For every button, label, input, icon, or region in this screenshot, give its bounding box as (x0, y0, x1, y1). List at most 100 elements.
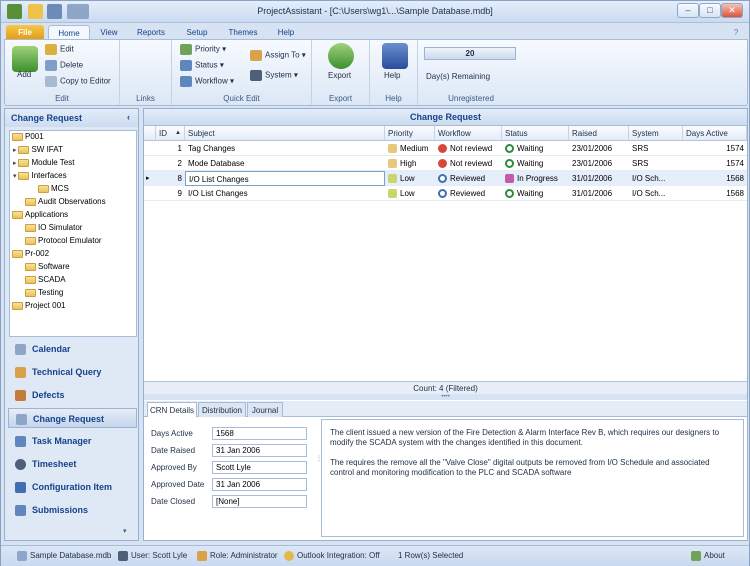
nav-header: Change Request ‹ (5, 109, 138, 127)
days-active-label: Days Active (151, 429, 193, 438)
priority-dropdown[interactable]: Priority ▾ (180, 44, 226, 55)
tree-node[interactable]: Protocol Emulator (25, 235, 102, 247)
edit-button[interactable]: Edit (45, 44, 74, 55)
tab-help[interactable]: Help (269, 25, 303, 40)
column-days-active[interactable]: Days Active (683, 126, 747, 141)
minimize-button[interactable]: – (677, 3, 699, 18)
column-status[interactable]: Status (502, 126, 569, 141)
collapse-icon[interactable]: ‹ (127, 112, 130, 122)
export-button[interactable]: Export (328, 71, 351, 80)
ribbon-tabs: File Home View Reports Setup Themes Help… (1, 23, 749, 40)
add-button[interactable]: Add (17, 70, 31, 79)
about-button[interactable]: About (691, 551, 725, 561)
group-edit: Add Edit Delete Copy to Editor Edit (5, 40, 120, 105)
column-workflow[interactable]: Workflow (435, 126, 502, 141)
column-priority[interactable]: Priority (385, 126, 435, 141)
date-raised-field[interactable]: 31 Jan 2006 (212, 444, 307, 457)
tree-node[interactable]: Project 001 (12, 300, 65, 312)
tab-file[interactable]: File (6, 25, 44, 40)
delete-button[interactable]: Delete (45, 60, 83, 71)
nav-defects[interactable]: Defects (8, 385, 137, 405)
folder-icon (25, 223, 36, 232)
nav-technical-query[interactable]: Technical Query (8, 362, 137, 382)
folder-icon (38, 184, 49, 193)
status-selection: 1 Row(s) Selected (398, 551, 464, 560)
description-text[interactable]: The client issued a new version of the F… (321, 419, 744, 537)
tree-node[interactable]: Software (25, 261, 70, 273)
cell-raised: 31/01/2006 (572, 174, 613, 183)
approved-by-field[interactable]: Scott Lyle (212, 461, 307, 474)
cell-days-active: 1568 (726, 174, 744, 183)
cell-subject[interactable]: I/O List Changes (185, 171, 385, 186)
cell-days-active: 1568 (726, 189, 744, 198)
group-quick-edit: Priority ▾ Status ▾ Workflow ▾ Assign To… (172, 40, 312, 105)
tab-distribution[interactable]: Distribution (198, 402, 246, 417)
nav-timesheet[interactable]: Timesheet (8, 454, 137, 474)
tree-node[interactable]: Pr-002 (12, 248, 49, 260)
tab-setup[interactable]: Setup (177, 25, 217, 40)
tab-themes[interactable]: Themes (221, 25, 265, 40)
tree-node[interactable]: ▸ Module Test (13, 157, 74, 169)
splitter-handle[interactable]: •••• (144, 394, 747, 400)
maximize-button[interactable]: □ (699, 3, 721, 18)
column-system[interactable]: System (629, 126, 683, 141)
change-request-icon (16, 414, 27, 425)
tree-node[interactable]: ▾ Interfaces (13, 170, 67, 182)
assign-to-dropdown[interactable]: Assign To ▾ (250, 50, 306, 61)
nav-change-request[interactable]: Change Request (8, 408, 137, 428)
status-bar: Sample Database.mdb User: Scott Lyle Rol… (1, 545, 749, 566)
add-icon (12, 46, 38, 72)
approved-date-field[interactable]: 31 Jan 2006 (212, 478, 307, 491)
tree-node[interactable]: ▸ SW IFAT (13, 144, 63, 156)
approved-date-label: Approved Date (151, 480, 205, 489)
project-tree[interactable]: P001 ▸ SW IFAT ▸ Module Test ▾ Interface… (9, 130, 137, 337)
change-request-grid[interactable]: ID ▲ Subject Priority Workflow Status Rai… (144, 126, 747, 388)
tab-home[interactable]: Home (48, 25, 90, 40)
help-question-icon[interactable]: ? (729, 25, 743, 40)
cell-id: 2 (177, 159, 182, 168)
nav-submissions[interactable]: Submissions (8, 500, 137, 520)
column-raised[interactable]: Raised (569, 126, 629, 141)
not-reviewed-icon (438, 144, 447, 154)
vertical-splitter[interactable]: ⋮ (316, 456, 322, 462)
tree-node[interactable]: P001 (12, 131, 44, 143)
tab-journal[interactable]: Journal (247, 402, 283, 417)
column-subject[interactable]: Subject (185, 126, 385, 141)
cell-status: Waiting (502, 141, 569, 156)
column-id[interactable]: ID ▲ (156, 126, 185, 141)
nav-more-icon[interactable]: ▾ (123, 527, 127, 535)
tree-node[interactable]: Audit Observations (25, 196, 106, 208)
table-row[interactable]: 9 I/O List Changes Low Reviewed Waiting … (144, 186, 747, 201)
database-icon (17, 551, 27, 561)
table-row[interactable]: 2 Mode Database High Not reviewd Waiting… (144, 156, 747, 171)
folder-icon (12, 132, 23, 141)
tree-node[interactable]: IO Simulator (25, 222, 82, 234)
table-row[interactable]: ▸ 8 I/O List Changes Low Reviewed In Pro… (144, 171, 747, 186)
status-dropdown[interactable]: Status ▾ (180, 60, 224, 71)
tab-crn-details[interactable]: CRN Details (147, 402, 197, 418)
days-active-field[interactable]: 1568 (212, 427, 307, 440)
bug-icon (15, 390, 26, 401)
date-closed-field[interactable]: [None] (212, 495, 307, 508)
tree-node[interactable]: Applications (12, 209, 68, 221)
copy-to-editor-button[interactable]: Copy to Editor (45, 76, 111, 87)
nav-calendar[interactable]: Calendar (8, 339, 137, 359)
table-row[interactable]: 1 Tag Changes Medium Not reviewd Waiting… (144, 141, 747, 156)
status-database: Sample Database.mdb (17, 551, 111, 561)
tab-reports[interactable]: Reports (129, 25, 173, 40)
workflow-dropdown[interactable]: Workflow ▾ (180, 76, 234, 87)
tree-node[interactable]: Testing (25, 287, 63, 299)
cell-workflow: Not reviewd (435, 141, 502, 156)
close-button[interactable]: ✕ (721, 3, 743, 18)
folder-icon (18, 158, 30, 167)
tree-node[interactable]: MCS (38, 183, 69, 195)
tab-view[interactable]: View (93, 25, 125, 40)
nav-configuration-item[interactable]: Configuration Item (8, 477, 137, 497)
status-role: Role: Administrator (197, 551, 278, 561)
cell-priority: Medium (385, 141, 435, 156)
system-dropdown[interactable]: System ▾ (250, 70, 298, 81)
help-button[interactable]: Help (384, 71, 400, 80)
nav-task-manager[interactable]: Task Manager (8, 431, 137, 451)
tree-node[interactable]: SCADA (25, 274, 66, 286)
cell-id: 9 (177, 189, 182, 198)
